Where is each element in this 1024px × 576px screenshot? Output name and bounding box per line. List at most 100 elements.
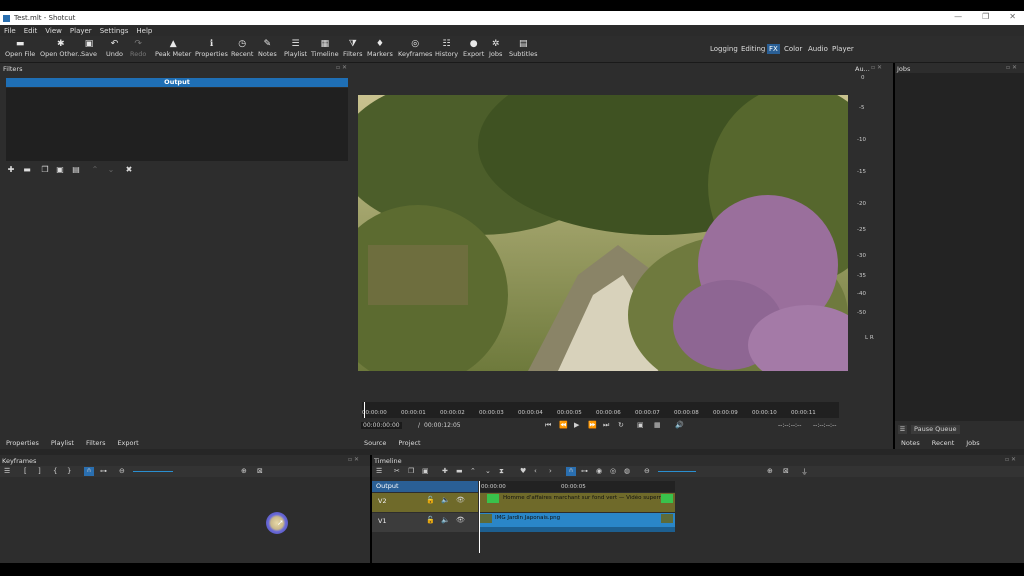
add-filter-icon[interactable]: ✚ [6, 165, 16, 175]
copy-filter-icon[interactable]: ❐ [40, 165, 50, 175]
play-icon[interactable]: ▶ [574, 421, 579, 429]
tab-export[interactable]: Export [117, 439, 138, 447]
minimize-button[interactable]: — [954, 12, 962, 21]
zoom-slider[interactable] [133, 471, 173, 472]
workspace-logging[interactable]: Logging [708, 44, 740, 54]
set-filter-end-icon[interactable]: } [67, 467, 71, 475]
filters-button[interactable]: ⧩ Filters [343, 38, 362, 58]
recent-button[interactable]: ◷ Recent [231, 38, 253, 58]
redo-button[interactable]: ↷ Redo [130, 38, 146, 58]
track-header-v1[interactable]: V1 🔓 🔈 👁 [372, 513, 478, 532]
export-button[interactable]: ● Export [463, 38, 484, 58]
tab-jobs[interactable]: Jobs [966, 439, 979, 447]
track-header-v2[interactable]: V2 🔓 🔈 👁 [372, 493, 478, 512]
clip-v1[interactable]: IMG Jardin Japonais.png [479, 513, 675, 532]
set-filter-start-icon[interactable]: { [53, 467, 57, 475]
tab-playlist[interactable]: Playlist [51, 439, 74, 447]
markers-button[interactable]: ♦ Markers [367, 38, 393, 58]
timeline-menu-icon[interactable]: ☰ [376, 467, 382, 475]
save-button[interactable]: ▣ Save [81, 38, 97, 58]
tab-recent[interactable]: Recent [932, 439, 954, 447]
jobs-panel-float-icon[interactable]: ▫ ✕ [1006, 64, 1017, 71]
filters-panel-float-icon[interactable]: ▫ ✕ [336, 64, 347, 71]
fast-forward-icon[interactable]: ⏩ [588, 421, 597, 429]
snap-icon[interactable]: ∩ [84, 467, 94, 476]
menu-player[interactable]: Player [70, 27, 92, 35]
timeline-panel-float-icon[interactable]: ▫ ✕ [1005, 456, 1016, 463]
scrub-icon[interactable]: ⊶ [100, 467, 107, 475]
menu-settings[interactable]: Settings [100, 27, 129, 35]
playhead[interactable] [364, 402, 365, 418]
clip-v2[interactable]: Homme d'affaires marchant sur fond vert … [479, 493, 675, 512]
filters-output-header[interactable]: Output [6, 78, 348, 87]
seek-next-keyframe-icon[interactable]: ] [38, 467, 41, 475]
close-button[interactable]: ✕ [1009, 12, 1016, 21]
properties-button[interactable]: ℹ Properties [195, 38, 228, 58]
zoom-in-icon[interactable]: ⊕ [767, 467, 773, 475]
filter-list[interactable] [6, 88, 348, 161]
seek-previous-keyframe-icon[interactable]: [ [24, 467, 27, 475]
paste-filter-icon[interactable]: ▣ [55, 165, 65, 175]
jobs-list[interactable] [895, 73, 1024, 421]
volume-icon[interactable]: 🔊 [675, 421, 684, 429]
deselect-filter-icon[interactable]: ✖ [124, 165, 134, 175]
move-up-icon[interactable]: ⌃ [90, 165, 100, 175]
previous-marker-icon[interactable]: ‹ [534, 467, 537, 475]
jobs-button[interactable]: ✲ Jobs [489, 38, 502, 58]
position-timecode[interactable]: 00:00:00:00 [361, 422, 402, 429]
split-icon[interactable]: ⧗ [499, 467, 504, 476]
tab-filters[interactable]: Filters [86, 439, 105, 447]
history-button[interactable]: ☷ History [435, 38, 458, 58]
notes-button[interactable]: ✎ Notes [258, 38, 277, 58]
peak-meter-button[interactable]: ▲ Peak Meter [155, 38, 191, 58]
cut-icon[interactable]: ✂ [394, 467, 400, 475]
pause-queue-button[interactable]: Pause Queue [911, 425, 960, 434]
mute-icon[interactable]: 🔈 [441, 496, 450, 504]
video-viewer[interactable] [358, 95, 848, 371]
timeline-output-header[interactable]: Output [372, 481, 478, 492]
open-other-button[interactable]: ✱ Open Other.. [40, 38, 81, 58]
playlist-button[interactable]: ☰ Playlist [284, 38, 307, 58]
scrub-icon[interactable]: ⊶ [581, 467, 588, 475]
zoom-icon[interactable]: ▣ [637, 421, 644, 429]
workspace-editing[interactable]: Editing [739, 44, 767, 54]
zoom-fit-icon[interactable]: ⊠ [783, 467, 789, 475]
move-down-icon[interactable]: ⌄ [106, 165, 116, 175]
grid-icon[interactable]: ▦ [654, 421, 661, 429]
overwrite-icon[interactable]: ⌄ [485, 467, 491, 475]
undo-button[interactable]: ↶ Undo [106, 38, 123, 58]
workspace-player[interactable]: Player [830, 44, 856, 54]
keyframes-button[interactable]: ◎ Keyframes [398, 38, 432, 58]
zoom-fit-icon[interactable]: ⊠ [257, 467, 263, 475]
workspace-fx[interactable]: FX [767, 44, 780, 54]
rewind-icon[interactable]: ⏪ [559, 421, 568, 429]
workspace-audio[interactable]: Audio [806, 44, 830, 54]
ripple-delete-icon[interactable]: ▬ [456, 467, 463, 475]
timeline-playhead[interactable] [479, 481, 480, 553]
save-preset-icon[interactable]: ▤ [71, 165, 81, 175]
keyframes-panel-float-icon[interactable]: ▫ ✕ [348, 456, 359, 463]
ripple-icon[interactable]: ◉ [596, 467, 602, 475]
record-audio-icon[interactable]: ⏚ [801, 467, 808, 477]
visibility-eye-icon[interactable]: 👁 [456, 496, 465, 504]
ripple-all-icon[interactable]: ◎ [610, 467, 616, 475]
tab-project[interactable]: Project [398, 439, 420, 447]
audio-panel-float-icon[interactable]: ▫ ✕ [871, 64, 882, 71]
lock-icon[interactable]: 🔓 [426, 516, 435, 524]
timeline-ruler[interactable]: 00:00:00 00:00:05 [479, 481, 675, 492]
lift-icon[interactable]: ⌃ [470, 467, 476, 475]
snap-icon[interactable]: ∩ [566, 467, 576, 476]
add-marker-icon[interactable]: ♥ [520, 467, 526, 475]
skip-previous-icon[interactable]: ⏮ [545, 421, 551, 430]
remove-filter-icon[interactable]: ▬ [22, 165, 32, 175]
tab-notes[interactable]: Notes [901, 439, 920, 447]
loop-icon[interactable]: ↻ [618, 421, 624, 429]
append-icon[interactable]: ✚ [442, 467, 448, 475]
skip-next-icon[interactable]: ⏭ [603, 421, 609, 430]
maximize-button[interactable]: ❐ [982, 12, 989, 21]
menu-view[interactable]: View [45, 27, 62, 35]
timeline-zoom-slider[interactable] [658, 471, 696, 472]
player-scrubber[interactable]: 00:00:00 00:00:01 00:00:02 00:00:03 00:0… [362, 402, 839, 418]
menu-edit[interactable]: Edit [24, 27, 38, 35]
next-marker-icon[interactable]: › [549, 467, 552, 475]
